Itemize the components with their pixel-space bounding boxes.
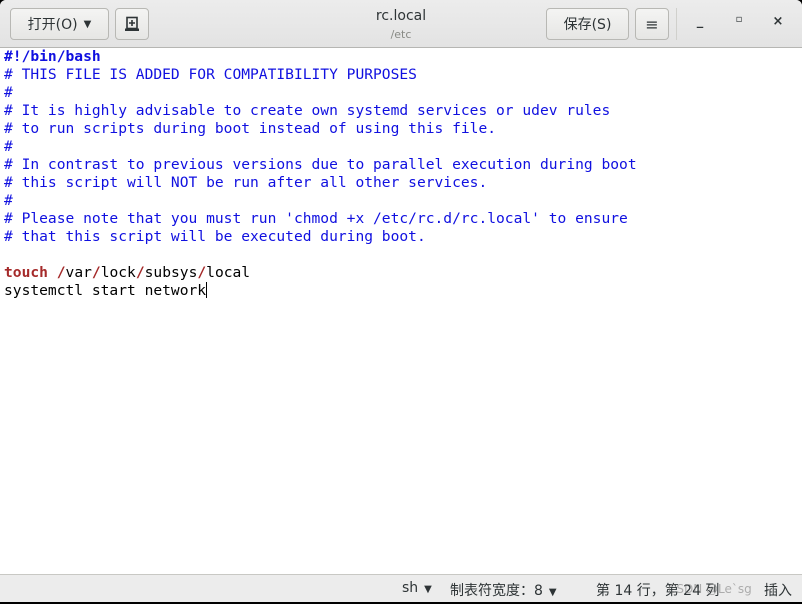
close-icon: × (772, 14, 784, 29)
path-slash: / (91, 264, 101, 281)
path-part: var (65, 264, 92, 281)
code-line: # that this script will be executed duri… (4, 228, 426, 245)
menu-button[interactable]: ≡ (635, 8, 669, 40)
code-line: # In contrast to previous versions due t… (4, 156, 637, 173)
code-line: # Please note that you must run 'chmod +… (4, 210, 628, 227)
watermark: CSDN @Le`sg (668, 582, 752, 596)
hamburger-icon: ≡ (645, 14, 659, 34)
new-document-icon (125, 16, 139, 31)
save-label: 保存(S) (563, 17, 612, 33)
code-line: # this script will NOT be run after all … (4, 174, 488, 191)
code-line: # THIS FILE IS ADDED FOR COMPATIBILITY P… (4, 66, 417, 83)
text-editor-window: 打开(O) ▼ rc.local /etc 保存(S) ≡ _ ▫ × #!/b… (0, 0, 802, 602)
open-label: 打开(O) (27, 17, 78, 33)
tab-width-label: 制表符宽度：8 (450, 583, 543, 599)
code-line: # (4, 192, 13, 209)
code-line: # (4, 138, 13, 155)
chevron-down-icon: ▼ (83, 18, 92, 30)
header-bar: 打开(O) ▼ rc.local /etc 保存(S) ≡ _ ▫ × (0, 0, 802, 48)
code-line: # to run scripts during boot instead of … (4, 120, 497, 137)
document-path: /etc (390, 28, 412, 41)
code-line: touch /var/lock/subsys/local (0, 264, 802, 282)
chevron-down-icon: ▼ (548, 587, 557, 598)
document-title: rc.local (375, 8, 427, 24)
code-line: # (4, 84, 13, 101)
insert-mode: 插入 (764, 583, 792, 599)
close-button[interactable]: × (768, 14, 788, 34)
path-part: subsys (144, 264, 198, 281)
code-line: #!/bin/bash (4, 48, 101, 65)
language-selector[interactable]: sh ▼ (402, 580, 432, 596)
header-separator (676, 8, 677, 40)
maximize-icon: ▫ (735, 14, 743, 25)
code-line: # It is highly advisable to create own s… (4, 102, 611, 119)
minimize-button[interactable]: _ (690, 14, 710, 34)
new-document-button[interactable] (115, 8, 149, 40)
keyword-touch: touch (4, 264, 48, 281)
code-text: systemctl start network (4, 282, 207, 299)
path-slash: / (197, 264, 207, 281)
maximize-button[interactable]: ▫ (729, 14, 749, 34)
text-cursor (206, 282, 208, 298)
path-part: local (206, 264, 251, 281)
text-editor-area[interactable]: #!/bin/bash # THIS FILE IS ADDED FOR COM… (0, 48, 802, 574)
tab-width-selector[interactable]: 制表符宽度：8 ▼ (450, 580, 557, 600)
path-slash: / (56, 264, 66, 281)
open-button[interactable]: 打开(O) ▼ (10, 8, 109, 40)
chevron-down-icon: ▼ (424, 584, 432, 595)
status-bar: sh ▼ 制表符宽度：8 ▼ 第 14 行，第 24 列 CSDN @Le`sg 插… (0, 574, 802, 602)
code-line: systemctl start network (0, 282, 802, 300)
path-part: lock (100, 264, 136, 281)
path-slash: / (135, 264, 145, 281)
language-label: sh (402, 580, 419, 596)
minimize-icon: _ (696, 14, 704, 29)
save-button[interactable]: 保存(S) (546, 8, 629, 40)
